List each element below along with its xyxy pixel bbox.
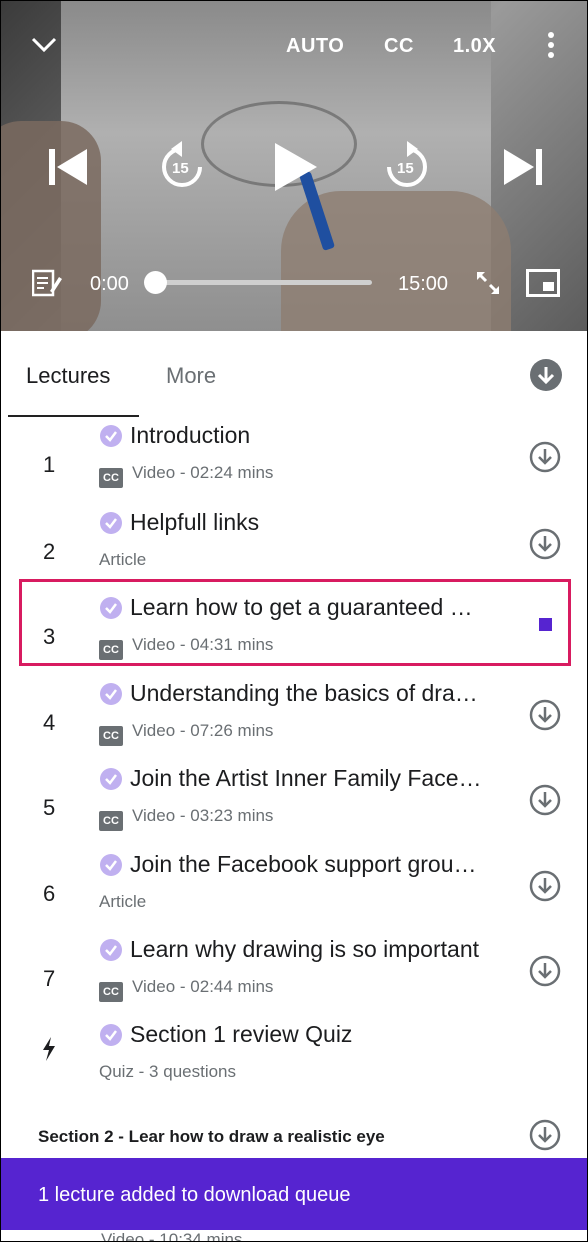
captions-badge-icon: CC (99, 811, 123, 831)
download-icon[interactable] (529, 699, 561, 731)
lecture-meta: Article (99, 892, 146, 912)
lecture-title: Learn why drawing is so important (130, 936, 479, 962)
lecture-meta-text: Article (99, 892, 147, 911)
download-icon[interactable] (529, 870, 561, 902)
completed-check-icon[interactable] (100, 1024, 122, 1046)
more-vert-icon[interactable] (546, 31, 556, 59)
download-all-icon[interactable] (530, 359, 562, 391)
fullscreen-icon[interactable] (475, 270, 501, 296)
lecture-row[interactable]: Section 1 review Quiz Quiz - 3 questions (1, 1021, 587, 1107)
completed-check-icon[interactable] (100, 854, 122, 876)
lecture-meta-text: Video - 02:24 mins (132, 463, 274, 482)
next-row-meta: Video - 10:34 mins (101, 1230, 243, 1242)
notes-icon[interactable] (31, 269, 62, 297)
lecture-title: Join the Facebook support grou… (130, 851, 477, 877)
rewind-15-icon[interactable]: 15 (159, 141, 205, 191)
lecture-row[interactable]: 5 Join the Artist Inner Family Face… CC Vi… (1, 765, 587, 851)
lecture-meta-text: Video - 02:44 mins (132, 977, 274, 996)
forward-seconds: 15 (397, 160, 414, 177)
lecture-number: 2 (43, 539, 56, 564)
forward-15-icon[interactable]: 15 (384, 141, 430, 191)
duration: 15:00 (398, 273, 449, 295)
lecture-meta: CC Video - 02:44 mins (99, 977, 273, 1002)
snackbar-message: 1 lecture added to download queue (38, 1184, 351, 1206)
lecture-number: 6 (43, 881, 56, 906)
lecture-row[interactable]: 4 Understanding the basics of dra… CC Vide… (1, 680, 587, 766)
lecture-number: 1 (43, 452, 56, 477)
lecture-number: 5 (43, 795, 56, 820)
tab-bar: Lectures More (1, 331, 587, 419)
completed-check-icon[interactable] (100, 768, 122, 790)
seek-bar[interactable] (154, 280, 372, 285)
lecture-meta-text: Video - 07:26 mins (132, 721, 274, 740)
collapse-chevron-icon[interactable] (31, 35, 57, 55)
rewind-seconds: 15 (172, 160, 189, 177)
app-screen: AUTO CC 1.0X 15 15 0:00 15:00 Lectures M… (0, 0, 588, 1242)
speed-button[interactable]: 1.0X (453, 35, 496, 58)
section-2-download-icon[interactable] (529, 1119, 561, 1151)
seek-handle[interactable] (144, 271, 167, 294)
lecture-row[interactable]: 6 Join the Facebook support grou… Article (1, 851, 587, 937)
lecture-title: Introduction (130, 422, 251, 448)
tab-lectures[interactable]: Lectures (26, 363, 110, 389)
picture-in-picture-icon[interactable] (526, 269, 560, 297)
lecture-meta-text: Article (99, 550, 147, 569)
lecture-title: Understanding the basics of dra… (130, 680, 478, 706)
section-2-title: Section 2 - Lear how to draw a realistic… (38, 1127, 385, 1146)
current-time: 0:00 (90, 273, 129, 295)
snackbar: 1 lecture added to download queue (1, 1158, 587, 1230)
completed-check-icon[interactable] (100, 683, 122, 705)
captions-button[interactable]: CC (384, 35, 414, 58)
captions-badge-icon: CC (99, 726, 123, 746)
lecture-meta: CC Video - 02:24 mins (99, 463, 273, 488)
completed-check-icon[interactable] (100, 512, 122, 534)
lecture-meta-text: Quiz - 3 questions (99, 1062, 237, 1081)
active-tab-indicator (8, 415, 139, 417)
lecture-title: Section 1 review Quiz (130, 1021, 353, 1047)
video-player[interactable]: AUTO CC 1.0X 15 15 0:00 15:00 (1, 1, 587, 331)
lecture-number: 4 (43, 710, 56, 735)
captions-badge-icon: CC (99, 982, 123, 1002)
download-icon[interactable] (529, 955, 561, 987)
skip-next-icon[interactable] (502, 147, 542, 187)
lecture-number: 7 (43, 966, 56, 991)
completed-check-icon[interactable] (100, 939, 122, 961)
lecture-meta-text: Video - 03:23 mins (132, 806, 274, 825)
lecture-row[interactable]: 7 Learn why drawing is so important CC Vid… (1, 936, 587, 1022)
lecture-meta: Quiz - 3 questions (99, 1062, 236, 1082)
captions-badge-icon: CC (99, 468, 123, 488)
lecture-meta: CC Video - 03:23 mins (99, 806, 273, 831)
skip-previous-icon[interactable] (49, 147, 89, 187)
quiz-bolt-icon (41, 1037, 57, 1061)
lecture-title: Join the Artist Inner Family Face… (130, 765, 482, 791)
quality-button[interactable]: AUTO (286, 35, 344, 58)
download-icon[interactable] (529, 441, 561, 473)
completed-check-icon[interactable] (100, 425, 122, 447)
lecture-meta: CC Video - 07:26 mins (99, 721, 273, 746)
lecture-row[interactable]: 1 Introduction CC Video - 02:24 mins (1, 422, 587, 508)
lecture-meta: Article (99, 550, 146, 570)
selected-lecture-highlight (19, 579, 571, 666)
tab-more[interactable]: More (166, 363, 216, 389)
download-queued-icon[interactable] (539, 618, 552, 631)
play-icon[interactable] (273, 143, 319, 191)
download-icon[interactable] (529, 784, 561, 816)
lecture-title: Helpfull links (130, 509, 260, 535)
download-icon[interactable] (529, 528, 561, 560)
